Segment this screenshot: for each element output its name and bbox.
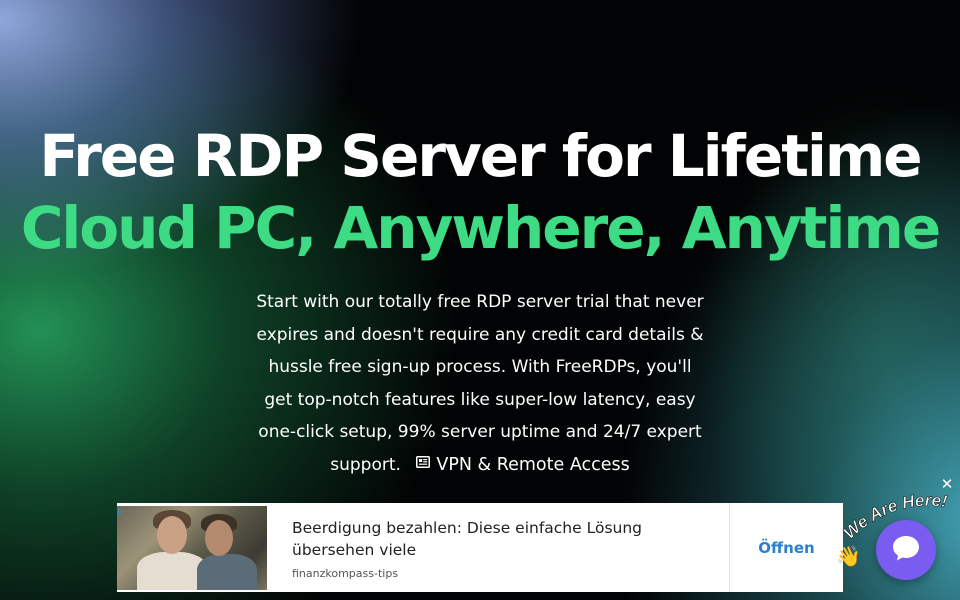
vpn-link-label: VPN & Remote Access: [436, 454, 630, 475]
hero-description-text: Start with our totally free RDP server t…: [256, 292, 704, 475]
ad-open-button[interactable]: Öffnen: [729, 503, 843, 592]
ad-source: finanzkompass-tips: [292, 567, 399, 580]
ad-banner[interactable]: ▷ Beerdigung bezahlen: Diese einfache Lö…: [117, 503, 843, 592]
chat-open-button[interactable]: [876, 520, 936, 580]
ad-image[interactable]: ▷: [117, 506, 267, 590]
ad-headline[interactable]: Beerdigung bezahlen: Diese einfache Lösu…: [292, 517, 729, 561]
chat-bubble-icon: [891, 534, 921, 566]
hero-description: Start with our totally free RDP server t…: [255, 286, 705, 481]
newspaper-icon: [416, 447, 431, 480]
hero-section: Free RDP Server for Lifetime Cloud PC, A…: [0, 120, 960, 481]
hero-subtitle: Cloud PC, Anywhere, Anytime: [20, 194, 941, 262]
adchoices-icon[interactable]: ▷: [118, 507, 128, 517]
chat-widget[interactable]: We Are Here! 👋: [836, 488, 960, 600]
hero-title: Free RDP Server for Lifetime: [39, 122, 922, 190]
ad-text[interactable]: Beerdigung bezahlen: Diese einfache Lösu…: [267, 503, 729, 592]
wave-emoji: 👋: [836, 544, 861, 568]
vpn-remote-access-link[interactable]: VPN & Remote Access: [416, 454, 630, 475]
